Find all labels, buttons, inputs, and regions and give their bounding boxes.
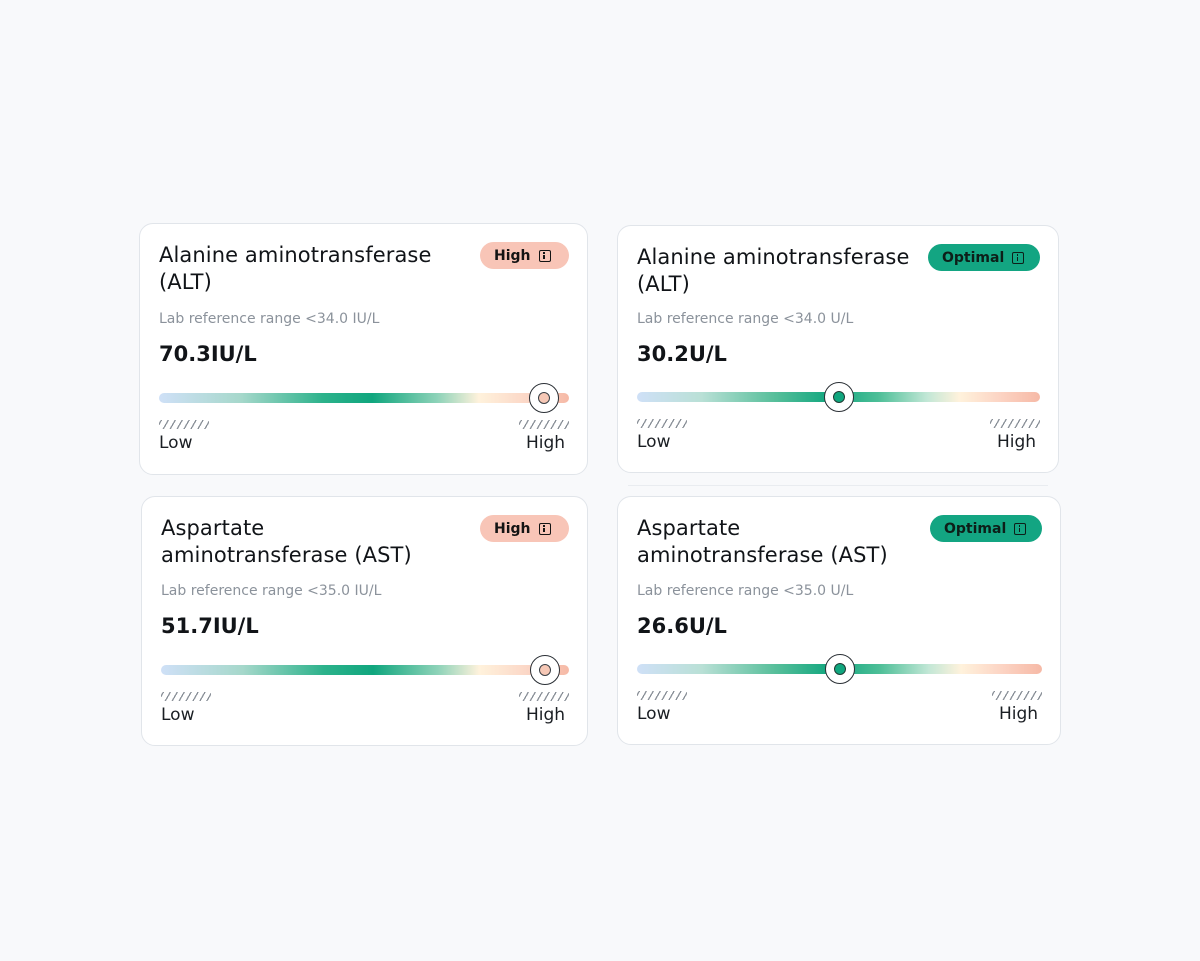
info-icon[interactable] [1012, 251, 1025, 264]
scale-low-label: Low [161, 705, 195, 725]
scale-low-label: Low [159, 433, 193, 453]
reference-range: Lab reference range <35.0 U/L [637, 583, 854, 599]
status-label: Optimal [942, 249, 1005, 266]
result-marker [529, 383, 560, 413]
divider [628, 485, 1048, 486]
biomarker-card-ast-high[interactable]: Aspartate aminotransferase (AST) High La… [141, 496, 588, 746]
result-value: 51.7IU/L [161, 614, 259, 638]
reference-range: Lab reference range <34.0 U/L [637, 311, 854, 327]
result-value: 26.6U/L [637, 614, 727, 638]
biomarker-card-ast-optimal[interactable]: Aspartate aminotransferase (AST) Optimal… [617, 496, 1061, 745]
marker-dot [538, 392, 551, 404]
scale-high-label: High [526, 433, 566, 453]
reference-range: Lab reference range <34.0 IU/L [159, 311, 380, 327]
status-label: High [494, 520, 531, 537]
scale-high-label: High [999, 704, 1039, 724]
scale-high-label: High [997, 432, 1037, 452]
scale-low-label: Low [637, 704, 671, 724]
status-badge[interactable]: High [480, 242, 569, 269]
high-zone-hatch [519, 420, 569, 429]
low-zone-hatch [637, 691, 687, 700]
low-zone-hatch [159, 420, 209, 429]
status-label: High [494, 247, 531, 264]
status-label: Optimal [944, 520, 1007, 537]
status-badge[interactable]: Optimal [928, 244, 1040, 271]
card-title: Aspartate aminotransferase (AST) [637, 516, 888, 567]
biomarker-card-alt-high[interactable]: Alanine aminotransferase (ALT) High Lab … [139, 223, 588, 475]
info-icon[interactable] [538, 249, 551, 262]
result-marker [824, 654, 855, 684]
status-badge[interactable]: High [480, 515, 569, 542]
reference-range: Lab reference range <35.0 IU/L [161, 583, 382, 599]
info-icon[interactable] [1014, 522, 1027, 535]
result-marker [529, 655, 560, 685]
low-zone-hatch [161, 692, 211, 701]
scale-low-label: Low [637, 432, 671, 452]
marker-dot [832, 391, 845, 403]
card-title: Aspartate aminotransferase (AST) [161, 516, 412, 567]
high-zone-hatch [990, 419, 1040, 428]
range-scale-track [161, 665, 569, 675]
result-marker [823, 382, 854, 412]
status-badge[interactable]: Optimal [930, 515, 1042, 542]
low-zone-hatch [637, 419, 687, 428]
scale-high-label: High [526, 705, 566, 725]
card-title: Alanine aminotransferase (ALT) [637, 245, 910, 296]
marker-dot [833, 663, 846, 675]
high-zone-hatch [519, 692, 569, 701]
result-value: 30.2U/L [637, 342, 727, 366]
high-zone-hatch [992, 691, 1042, 700]
card-title: Alanine aminotransferase (ALT) [159, 243, 432, 294]
biomarker-card-alt-optimal[interactable]: Alanine aminotransferase (ALT) Optimal L… [617, 225, 1059, 473]
result-value: 70.3IU/L [159, 342, 257, 366]
range-scale-track [159, 393, 569, 403]
info-icon[interactable] [538, 522, 551, 535]
marker-dot [538, 664, 551, 676]
